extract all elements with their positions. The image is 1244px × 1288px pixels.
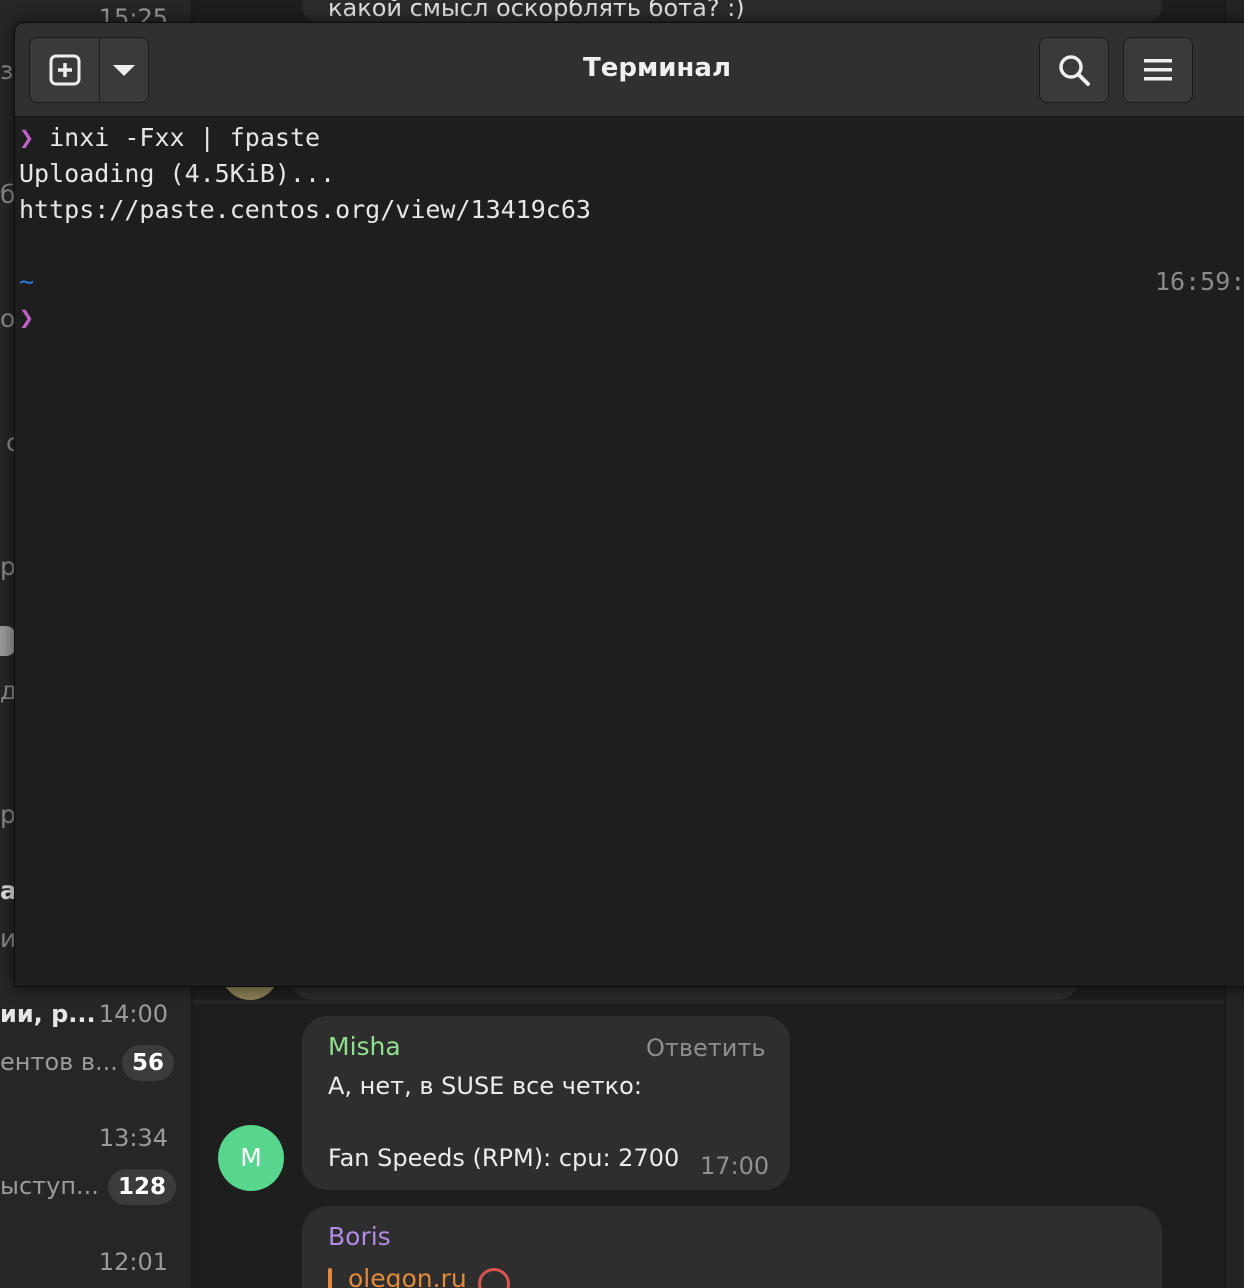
message-author[interactable]: Misha [328,1032,401,1061]
reply-button[interactable]: Ответить [646,1034,765,1062]
main-menu-button[interactable] [1123,37,1193,103]
unread-badge: 56 [122,1045,175,1081]
cwd-indicator: ~ [19,267,35,296]
terminal-content[interactable]: ❯ inxi -Fxx | fpaste Uploading (4.5KiB).… [15,118,1244,986]
output-line: Uploading (4.5KiB)... [19,159,336,188]
right-prompt-time: 16:59: [1155,267,1244,296]
chat-time: 13:34 [98,1124,168,1152]
message-bubble: Misha Ответить А, нет, в SUSE все четко:… [302,1016,790,1190]
message-text: А, нет, в SUSE все четко: Fan Speeds (RP… [328,1072,680,1172]
output-line[interactable]: https://paste.centos.org/view/13419c63 [19,192,591,228]
prompt-symbol: ❯ [19,303,35,332]
command-line: ❯ inxi -Fxx | fpaste [19,120,320,156]
link-preview-quote[interactable]: olegon.ru [348,1264,467,1288]
unread-badge: 128 [108,1169,177,1205]
search-button[interactable] [1039,37,1109,103]
terminal-window[interactable]: Терминал ❯ inxi -Fxx | fpaste Uploading … [14,22,1244,987]
date-separator [193,1000,1224,1004]
message-author[interactable]: Boris [328,1222,391,1251]
chat-title: ии, р... [0,1000,96,1028]
search-icon [1059,55,1090,86]
quote-bar [328,1268,332,1288]
chat-time: 14:00 [98,1000,168,1028]
command-text: inxi -Fxx | fpaste [49,123,321,152]
message-time: 17:00 [700,1152,770,1180]
message-text: какой смысл оскорблять бота? :) [328,0,745,22]
terminal-headerbar[interactable]: Терминал [15,23,1244,117]
prompt-symbol: ❯ [19,123,35,152]
chat-preview: ентов в... [0,1048,118,1076]
hamburger-menu-icon [1144,59,1172,81]
avatar[interactable]: M [218,1125,284,1191]
chat-time: 12:01 [98,1248,168,1276]
chat-preview: ыступ... [0,1172,99,1200]
